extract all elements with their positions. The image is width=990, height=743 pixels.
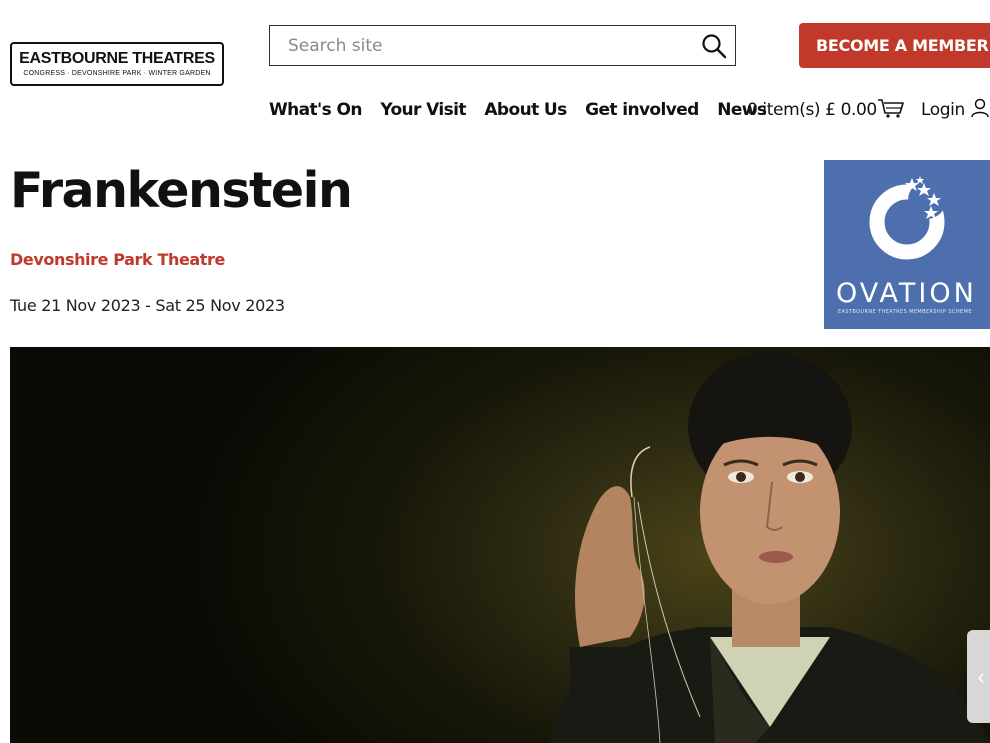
nav-item-your-visit[interactable]: Your Visit <box>380 100 466 120</box>
event-dates: Tue 21 Nov 2023 - Sat 25 Nov 2023 <box>10 296 285 315</box>
search-box <box>269 25 736 66</box>
login-link[interactable]: Login <box>921 98 989 120</box>
login-label: Login <box>921 100 965 120</box>
become-member-button[interactable]: BECOME A MEMBER <box>799 23 990 68</box>
hero-image <box>10 347 990 743</box>
logo-title: EASTBOURNE THEATRES <box>19 50 215 67</box>
cart-link[interactable]: 0 item(s) £ 0.00 <box>747 98 905 120</box>
search-icon[interactable] <box>701 33 727 59</box>
main-nav: What's On Your Visit About Us Get involv… <box>269 100 780 124</box>
search-input[interactable] <box>270 26 708 65</box>
nav-item-get-involved[interactable]: Get involved <box>585 100 699 120</box>
hero-portrait <box>550 352 990 743</box>
ovation-banner[interactable]: OVATION EASTBOURNE THEATRES MEMBERSHIP S… <box>824 160 990 329</box>
nav-item-about-us[interactable]: About Us <box>484 100 567 120</box>
user-icon <box>971 98 989 118</box>
ovation-logo-icon <box>869 176 946 260</box>
page-title: Frankenstein <box>10 162 353 219</box>
site-logo[interactable]: EASTBOURNE THEATRES CONGRESS · DEVONSHIR… <box>10 42 224 86</box>
basket-icon <box>877 99 904 118</box>
chevron-left-icon: ‹ <box>977 664 985 689</box>
ovation-subtitle: EASTBOURNE THEATRES MEMBERSHIP SCHEME <box>838 309 972 315</box>
side-panel-toggle[interactable]: ‹ <box>967 630 990 723</box>
logo-subtitle: CONGRESS · DEVONSHIRE PARK · WINTER GARD… <box>23 70 211 77</box>
venue-link[interactable]: Devonshire Park Theatre <box>10 250 225 269</box>
nav-item-whats-on[interactable]: What's On <box>269 100 362 120</box>
cart-summary: 0 item(s) £ 0.00 <box>747 100 877 120</box>
ovation-title: OVATION <box>836 278 977 309</box>
